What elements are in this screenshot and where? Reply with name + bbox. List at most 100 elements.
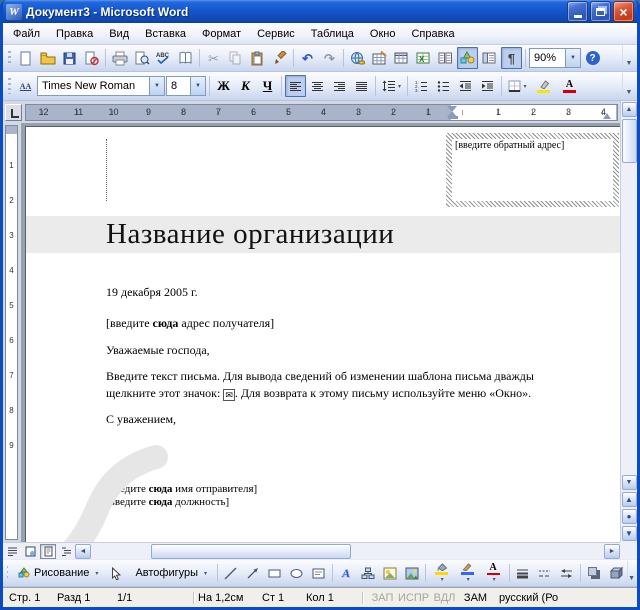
menu-item[interactable]: Справка [403,23,462,44]
outline-view-button[interactable] [58,544,74,559]
rectangle-button[interactable] [264,562,285,584]
drawing-menu-button[interactable]: Рисование ▾ [11,562,105,584]
body-text-line-1[interactable]: Введите текст письма. Для вывода сведени… [106,369,534,384]
paste-button[interactable] [247,47,268,69]
horizontal-scroll-track[interactable] [91,543,604,559]
line-button[interactable] [220,562,241,584]
menu-item[interactable]: Файл [5,23,48,44]
insert-excel-button[interactable]: X [413,47,434,69]
restore-button[interactable] [590,1,611,22]
organization-name-text[interactable]: Название организации [106,218,394,251]
scroll-right-button[interactable]: ► [604,543,620,559]
toolbar-options-button[interactable]: ▼ [627,561,635,585]
body-text-line-2[interactable]: щелкните этот значок: ✉. Для возврата к … [106,386,531,401]
new-document-button[interactable] [15,47,36,69]
menu-item[interactable]: Вставка [137,23,194,44]
help-button[interactable]: ? [582,47,603,69]
browse-previous-button[interactable]: ▲ [621,492,637,507]
status-language[interactable]: русский (Ро [499,592,558,604]
vertical-ruler[interactable]: 1 2 3 4 5 6 7 8 9 [3,123,21,542]
envelope-icon[interactable]: ✉ [223,389,235,401]
menu-item[interactable]: Формат [194,23,249,44]
menu-item[interactable]: Таблица [303,23,362,44]
return-address-frame[interactable]: [введите обратный адрес] [446,133,619,207]
columns-button[interactable] [435,47,456,69]
print-button[interactable] [109,47,130,69]
oval-button[interactable] [286,562,307,584]
insert-hyperlink-button[interactable] [347,47,368,69]
italic-button[interactable]: К [235,75,256,97]
vertical-scroll-thumb[interactable] [621,119,637,163]
open-button[interactable] [37,47,58,69]
copy-button[interactable] [225,47,246,69]
bold-button[interactable]: Ж [213,75,234,97]
return-address-placeholder[interactable]: [введите обратный адрес] [455,140,564,151]
drawing-button[interactable] [457,47,478,69]
align-left-button[interactable] [285,75,306,97]
horizontal-scroll-thumb[interactable] [151,543,351,559]
arrow-style-button[interactable] [556,562,577,584]
styles-and-formatting-button[interactable]: АА [15,75,36,97]
spelling-button[interactable]: ABC [153,47,174,69]
role-placeholder-line[interactable]: [введите сюда должность] [106,496,229,508]
menu-item[interactable]: Сервис [249,23,303,44]
font-size-combobox[interactable]: 8 ▼ [166,76,206,96]
recipient-placeholder-line[interactable]: [введите сюда адрес получателя] [106,316,274,331]
text-box-button[interactable] [308,562,329,584]
permission-button[interactable] [81,47,102,69]
browse-next-button[interactable]: ▼ [621,526,637,541]
select-objects-button[interactable] [106,562,127,584]
closing-line[interactable]: С уважением, [106,412,176,427]
redo-button[interactable]: ↷ [319,47,340,69]
date-line[interactable]: 19 декабря 2005 г. [106,285,198,300]
show-hide-button[interactable]: ¶ [501,47,522,69]
left-indent-marker[interactable] [448,115,458,119]
font-dropdown-arrow[interactable]: ▼ [149,77,164,95]
3d-style-button[interactable] [605,562,626,584]
align-center-button[interactable] [307,75,328,97]
extend-selection-indicator[interactable]: ВДЛ [429,592,460,604]
sender-placeholder-line[interactable]: [введите сюда имя отправителя] [106,483,257,495]
document-page[interactable]: [введите обратный адрес] Название органи… [25,126,620,542]
borders-button[interactable]: ▾ [505,75,530,97]
scroll-up-button[interactable]: ▲ [621,102,637,117]
line-color-button[interactable]: ▾ [455,562,480,584]
shadow-style-button[interactable] [583,562,604,584]
font-color-button[interactable]: А ▾ [481,562,506,584]
undo-button[interactable]: ↶ [297,47,318,69]
select-browse-object-button[interactable]: ● [621,509,637,524]
tab-selector-button[interactable] [5,103,22,121]
document-map-button[interactable] [479,47,500,69]
line-spacing-button[interactable]: ▾ [379,75,404,97]
font-name-combobox[interactable]: Times New Roman ▼ [37,76,165,96]
print-layout-view-button[interactable] [40,543,56,559]
normal-view-button[interactable] [4,544,20,559]
insert-table-button[interactable] [391,47,412,69]
decrease-indent-button[interactable] [455,75,476,97]
toolbar-options-button[interactable]: ▼ [622,73,635,99]
minimize-button[interactable] [567,1,588,22]
numbering-button[interactable]: 1. 2. 3. [411,75,432,97]
record-macro-indicator[interactable]: ЗАП [367,592,398,604]
diagram-button[interactable] [357,562,378,584]
horizontal-ruler[interactable]: 12 11 10 9 8 7 6 5 4 3 2 1 1 2 3 4 [25,103,618,121]
research-button[interactable] [175,47,196,69]
vertical-scrollbar[interactable]: ▲ ▼ ▲ ● ▼ [620,101,637,542]
track-changes-indicator[interactable]: ИСПР [398,592,429,604]
return-address-frame-inner[interactable]: [введите обратный адрес] [452,139,613,201]
line-style-button[interactable] [512,562,533,584]
wordart-button[interactable]: А [335,562,356,584]
scroll-left-button[interactable]: ◄ [75,543,91,559]
right-indent-marker[interactable] [603,109,611,119]
zoom-dropdown-arrow[interactable]: ▼ [565,49,580,67]
salutation-line[interactable]: Уважаемые господа, [106,343,210,358]
align-right-button[interactable] [329,75,350,97]
horizontal-scrollbar[interactable]: ◄ ► [3,542,620,559]
menu-item[interactable]: Вид [101,23,137,44]
menu-item[interactable]: Правка [48,23,101,44]
highlight-button[interactable] [531,75,556,97]
cut-button[interactable]: ✂ [203,47,224,69]
justify-button[interactable] [351,75,372,97]
font-color-button[interactable]: А [557,75,582,97]
tables-and-borders-button[interactable] [369,47,390,69]
